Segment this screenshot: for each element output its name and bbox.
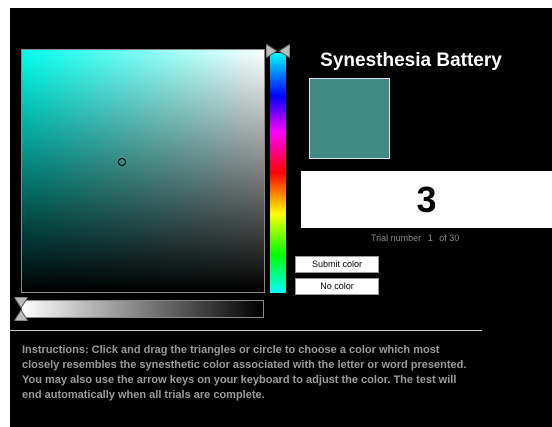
window-top-border xyxy=(0,0,552,8)
stimulus-text: 3 xyxy=(416,178,437,220)
submit-color-button[interactable]: Submit color xyxy=(295,256,379,273)
trial-total: of 30 xyxy=(439,233,460,243)
hue-slider-handle-icon[interactable] xyxy=(266,44,290,58)
instructions-text: Instructions: Click and drag the triangl… xyxy=(22,344,467,401)
hue-slider[interactable] xyxy=(270,53,286,293)
brightness-slider[interactable] xyxy=(21,300,264,318)
stimulus-panel: 3 xyxy=(301,171,552,228)
divider xyxy=(10,330,482,331)
color-cursor-icon[interactable] xyxy=(118,158,126,166)
no-color-button[interactable]: No color xyxy=(295,278,379,295)
selected-color-swatch xyxy=(309,78,390,159)
app-title: Synesthesia Battery xyxy=(320,50,502,71)
trial-counter: Trial number 1 of 30 xyxy=(371,233,463,243)
value-gradient xyxy=(22,50,264,292)
trial-label: Trial number xyxy=(371,233,422,243)
trial-current: 1 xyxy=(427,233,433,243)
window-left-border xyxy=(0,0,10,427)
saturation-value-picker[interactable] xyxy=(21,49,265,293)
brightness-slider-handle-icon[interactable] xyxy=(14,297,28,321)
